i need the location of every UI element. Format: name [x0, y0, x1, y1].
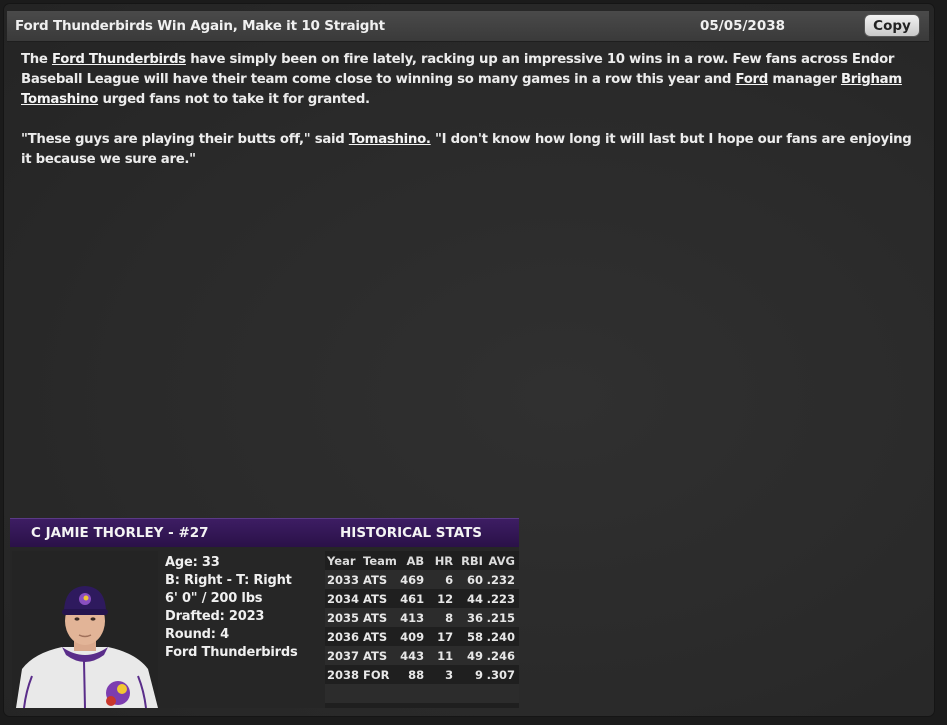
- stat-cell: .223: [486, 591, 515, 606]
- article-paragraph: "These guys are playing their butts off,…: [21, 130, 916, 170]
- manager-link-short[interactable]: Tomashino.: [349, 132, 431, 147]
- stat-cell: 9: [474, 667, 483, 682]
- stat-cell: .215: [482, 608, 519, 627]
- copy-button[interactable]: Copy: [864, 14, 920, 37]
- player-card-header: C JAMIE THORLEY - #27 HISTORICAL STATS: [10, 518, 519, 547]
- stat-cell: 2037: [325, 646, 360, 665]
- stats-row: 2037 ATS 443 11 49 .246: [325, 646, 519, 665]
- stats-row: 2035 ATS 413 8 36 .215: [325, 608, 519, 627]
- team-link[interactable]: Ford Thunderbirds: [52, 52, 186, 67]
- stat-cell: 2033: [325, 570, 360, 589]
- stat-cell: ATS: [359, 646, 397, 665]
- stat-cell: 58: [466, 629, 483, 644]
- stats-row: 2034 ATS 461 12 44 .223: [325, 589, 519, 608]
- historical-stats-title: HISTORICAL STATS: [340, 525, 483, 541]
- article-body: The Ford Thunderbirds have simply been o…: [21, 50, 916, 170]
- article-text: "These guys are playing their butts off,…: [21, 132, 349, 147]
- article-text: urged fans not to take it for granted.: [98, 92, 370, 107]
- stat-cell: FOR: [363, 667, 390, 682]
- player-portrait-image: [16, 586, 158, 708]
- stat-cell: 6: [424, 570, 454, 589]
- stat-cell: ATS: [359, 608, 397, 627]
- news-header: Ford Thunderbirds Win Again, Make it 10 …: [7, 11, 929, 42]
- historical-stats-table: Year Team AB HR RBI AVG 2033 ATS 469 6 6: [325, 551, 519, 708]
- player-drafted: Drafted: 2023: [165, 609, 265, 624]
- col-year: Year: [327, 553, 356, 568]
- player-photo: [12, 551, 158, 708]
- article-paragraph: The Ford Thunderbirds have simply been o…: [21, 50, 916, 110]
- stat-cell: 12: [437, 591, 454, 606]
- player-card-body: Age: 33 B: Right - T: Right 6' 0" / 200 …: [10, 547, 519, 708]
- stat-cell: .307: [486, 667, 515, 682]
- news-title: Ford Thunderbirds Win Again, Make it 10 …: [15, 18, 385, 34]
- article-text: The: [21, 52, 52, 67]
- player-bats-throws: B: Right - T: Right: [165, 573, 292, 588]
- stat-cell: 443: [396, 646, 425, 665]
- stat-cell: 17: [437, 629, 454, 644]
- player-name[interactable]: C JAMIE THORLEY - #27: [31, 525, 209, 541]
- stats-row: 2033 ATS 469 6 60 .232: [325, 570, 519, 589]
- col-ab: AB: [406, 553, 425, 568]
- stat-cell: 2034: [327, 591, 360, 606]
- stats-header-row: Year Team AB HR RBI AVG: [325, 551, 519, 570]
- col-rbi: RBI: [461, 553, 483, 568]
- stat-cell: 49: [453, 646, 483, 665]
- player-card: C JAMIE THORLEY - #27 HISTORICAL STATS A…: [10, 518, 519, 708]
- stat-cell: 36: [453, 608, 483, 627]
- stat-cell: 88: [408, 667, 425, 682]
- stat-cell: 2038: [327, 667, 360, 682]
- stat-cell: 413: [396, 608, 425, 627]
- player-height-weight: 6' 0" / 200 lbs: [165, 591, 263, 606]
- player-round: Round: 4: [165, 627, 229, 642]
- news-date: 05/05/2038: [700, 18, 786, 34]
- stat-cell: 2036: [327, 629, 360, 644]
- col-hr: HR: [434, 553, 454, 568]
- article-text: manager: [768, 72, 841, 87]
- stat-cell: .246: [482, 646, 519, 665]
- stat-cell: 44: [466, 591, 483, 606]
- stats-row: 2038 FOR 88 3 9 .307: [325, 665, 519, 684]
- col-avg: AVG: [488, 553, 515, 568]
- team-link-short[interactable]: Ford: [735, 72, 768, 87]
- stat-cell: ATS: [359, 570, 397, 589]
- stat-cell: 8: [424, 608, 454, 627]
- stat-cell: 469: [396, 570, 425, 589]
- col-team: Team: [363, 553, 397, 568]
- stats-row: 2036 ATS 409 17 58 .240: [325, 627, 519, 646]
- stat-cell: 409: [400, 629, 425, 644]
- stat-cell: ATS: [363, 591, 388, 606]
- stat-cell: 2035: [325, 608, 360, 627]
- stats-filler-row: [325, 684, 519, 703]
- stat-cell: 461: [400, 591, 425, 606]
- player-age: Age: 33: [165, 555, 220, 570]
- stat-cell: .232: [482, 570, 519, 589]
- stat-cell: 3: [445, 667, 454, 682]
- player-info: Age: 33 B: Right - T: Right 6' 0" / 200 …: [165, 554, 298, 662]
- stat-cell: 60: [453, 570, 483, 589]
- player-team: Ford Thunderbirds: [165, 645, 298, 660]
- stat-cell: .240: [486, 629, 515, 644]
- stats-filler-cell: [325, 684, 519, 703]
- stat-cell: 11: [424, 646, 454, 665]
- stat-cell: ATS: [363, 629, 388, 644]
